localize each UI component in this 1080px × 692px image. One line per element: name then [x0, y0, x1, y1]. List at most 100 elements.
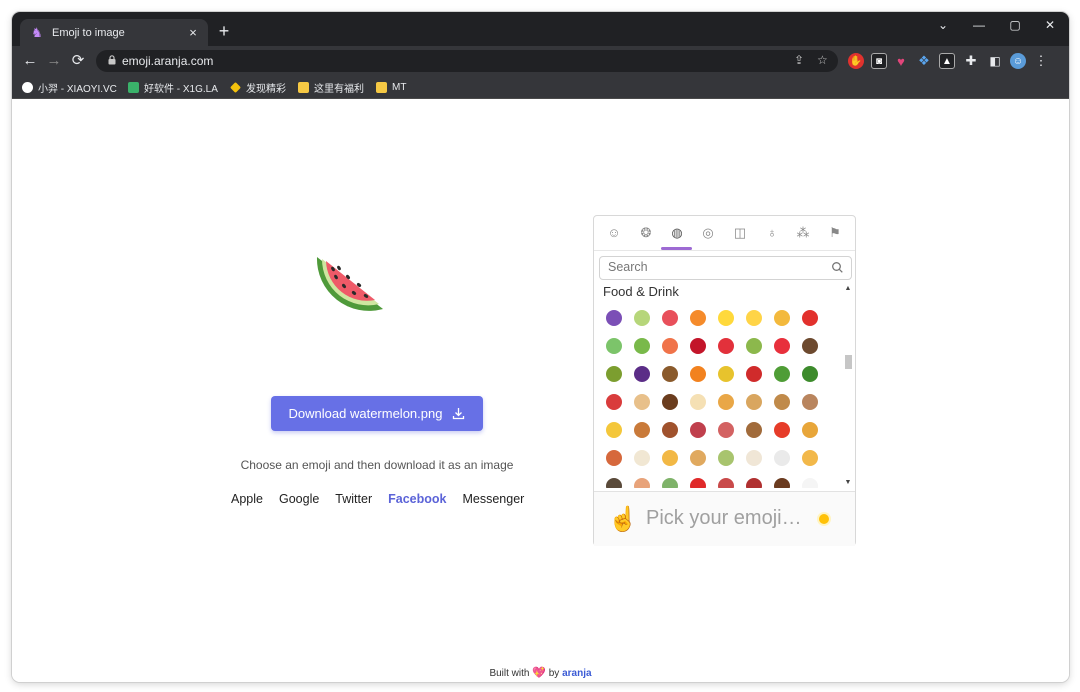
minimize-button[interactable]: — [967, 18, 991, 32]
emoji-cell[interactable] [768, 472, 796, 488]
emoji-cell[interactable] [768, 360, 796, 388]
emoji-cell[interactable] [796, 360, 824, 388]
emoji-cell[interactable] [656, 416, 684, 444]
skin-tone-selector[interactable] [819, 514, 829, 524]
emoji-cell[interactable] [600, 360, 628, 388]
emoji-cell[interactable] [600, 388, 628, 416]
emoji-cell[interactable] [600, 304, 628, 332]
emoji-cell[interactable] [684, 360, 712, 388]
emoji-cell[interactable] [656, 304, 684, 332]
emoji-cell[interactable] [656, 472, 684, 488]
emoji-cell[interactable] [712, 444, 740, 472]
emoji-cell[interactable] [628, 444, 656, 472]
side-panel-icon[interactable]: ◧ [987, 53, 1003, 69]
emoji-cell[interactable] [796, 472, 824, 488]
emoji-cell[interactable] [712, 472, 740, 488]
tab-search-icon[interactable]: ⌄ [931, 18, 955, 32]
forward-arrow-icon[interactable]: → [44, 52, 64, 70]
address-bar[interactable]: emoji.aranja.com ⇪ ☆ [96, 50, 838, 72]
emoji-cell[interactable] [796, 444, 824, 472]
download-button[interactable]: Download watermelon.png [271, 396, 483, 431]
emoji-cell[interactable] [628, 304, 656, 332]
symbols-category-icon[interactable]: ⁂ [794, 224, 812, 242]
emoji-cell[interactable] [628, 332, 656, 360]
layers-extension-icon[interactable]: ❖ [916, 53, 932, 69]
emoji-cell[interactable] [600, 416, 628, 444]
vendor-apple[interactable]: Apple [231, 492, 263, 506]
ublock-extension-icon[interactable]: ✋ [848, 53, 864, 69]
emoji-cell[interactable] [656, 388, 684, 416]
emoji-cell[interactable] [684, 388, 712, 416]
scroll-down-arrow-icon[interactable]: ▼ [844, 479, 852, 486]
share-icon[interactable]: ⇪ [794, 53, 804, 67]
emoji-cell[interactable] [628, 388, 656, 416]
emoji-cell[interactable] [600, 332, 628, 360]
emoji-cell[interactable] [768, 416, 796, 444]
emoji-cell[interactable] [712, 416, 740, 444]
emoji-cell[interactable] [600, 472, 628, 488]
puzzle-extensions-icon[interactable]: ✚ [963, 53, 979, 69]
tab-emoji-to-image[interactable]: ♞ Emoji to image × [20, 19, 208, 46]
emoji-cell[interactable] [628, 416, 656, 444]
bookmark-x1g[interactable]: 好软件 - X1G.LA [128, 80, 218, 95]
emoji-cell[interactable] [684, 332, 712, 360]
emoji-cell[interactable] [740, 304, 768, 332]
heart-extension-icon[interactable]: ♥ [893, 53, 909, 69]
emoji-cell[interactable] [796, 388, 824, 416]
travel-category-icon[interactable]: ◫ [731, 224, 749, 242]
maximize-button[interactable]: ▢ [1003, 18, 1027, 32]
emoji-cell[interactable] [600, 444, 628, 472]
emoji-cell[interactable] [796, 416, 824, 444]
vendor-messenger[interactable]: Messenger [462, 492, 524, 506]
bookmark-xiaoyi[interactable]: 小羿 - XIAOYI.VC [22, 80, 117, 95]
flag-category-icon[interactable]: ⚑ [826, 224, 844, 242]
emoji-cell[interactable] [684, 444, 712, 472]
objects-category-icon[interactable]: ♁ [763, 224, 781, 242]
emoji-cell[interactable] [628, 360, 656, 388]
vendor-twitter[interactable]: Twitter [335, 492, 372, 506]
emoji-cell[interactable] [712, 360, 740, 388]
emoji-cell[interactable] [684, 472, 712, 488]
extension-face-icon[interactable]: ◙ [871, 53, 887, 69]
food-category-icon[interactable]: ◍ [668, 224, 686, 242]
emoji-cell[interactable] [768, 388, 796, 416]
emoji-cell[interactable] [740, 332, 768, 360]
bookmark-star-icon[interactable]: ☆ [817, 53, 828, 67]
new-tab-button[interactable]: + [214, 21, 234, 41]
emoji-cell[interactable] [768, 444, 796, 472]
smiley-category-icon[interactable]: ☺ [605, 224, 623, 242]
reload-icon[interactable]: ⟳ [68, 52, 88, 70]
emoji-cell[interactable] [740, 388, 768, 416]
emoji-cell[interactable] [740, 360, 768, 388]
scrollbar-thumb[interactable] [845, 355, 852, 369]
vendor-facebook[interactable]: Facebook [388, 492, 446, 506]
picker-scrollbar[interactable]: ▲ ▼ [843, 283, 853, 490]
emoji-search-input[interactable] [600, 257, 828, 277]
emoji-cell[interactable] [740, 444, 768, 472]
emoji-cell[interactable] [656, 444, 684, 472]
close-tab-icon[interactable]: × [184, 25, 202, 40]
emoji-cell[interactable] [796, 304, 824, 332]
kebab-menu-icon[interactable]: ⋮ [1033, 53, 1049, 69]
bookmark-discover[interactable]: 发现精彩 [230, 80, 286, 95]
emoji-cell[interactable] [628, 472, 656, 488]
emoji-cell[interactable] [684, 304, 712, 332]
emoji-cell[interactable] [768, 332, 796, 360]
profile-avatar-icon[interactable]: ☺ [1010, 53, 1026, 69]
emoji-cell[interactable] [712, 388, 740, 416]
emoji-cell[interactable] [712, 332, 740, 360]
scroll-up-arrow-icon[interactable]: ▲ [844, 285, 852, 292]
emoji-cell[interactable] [656, 360, 684, 388]
emoji-cell[interactable] [796, 332, 824, 360]
emoji-cell[interactable] [740, 416, 768, 444]
a-extension-icon[interactable]: ▲ [939, 53, 955, 69]
close-window-button[interactable]: ✕ [1038, 18, 1062, 32]
emoji-cell[interactable] [712, 304, 740, 332]
emoji-cell[interactable] [684, 416, 712, 444]
activity-category-icon[interactable]: ◎ [699, 224, 717, 242]
emoji-cell[interactable] [656, 332, 684, 360]
bookmark-folder-welfare[interactable]: 这里有福利 [298, 80, 364, 95]
back-arrow-icon[interactable]: ← [20, 52, 40, 70]
bookmark-folder-mt[interactable]: MT [376, 80, 406, 94]
emoji-cell[interactable] [740, 472, 768, 488]
